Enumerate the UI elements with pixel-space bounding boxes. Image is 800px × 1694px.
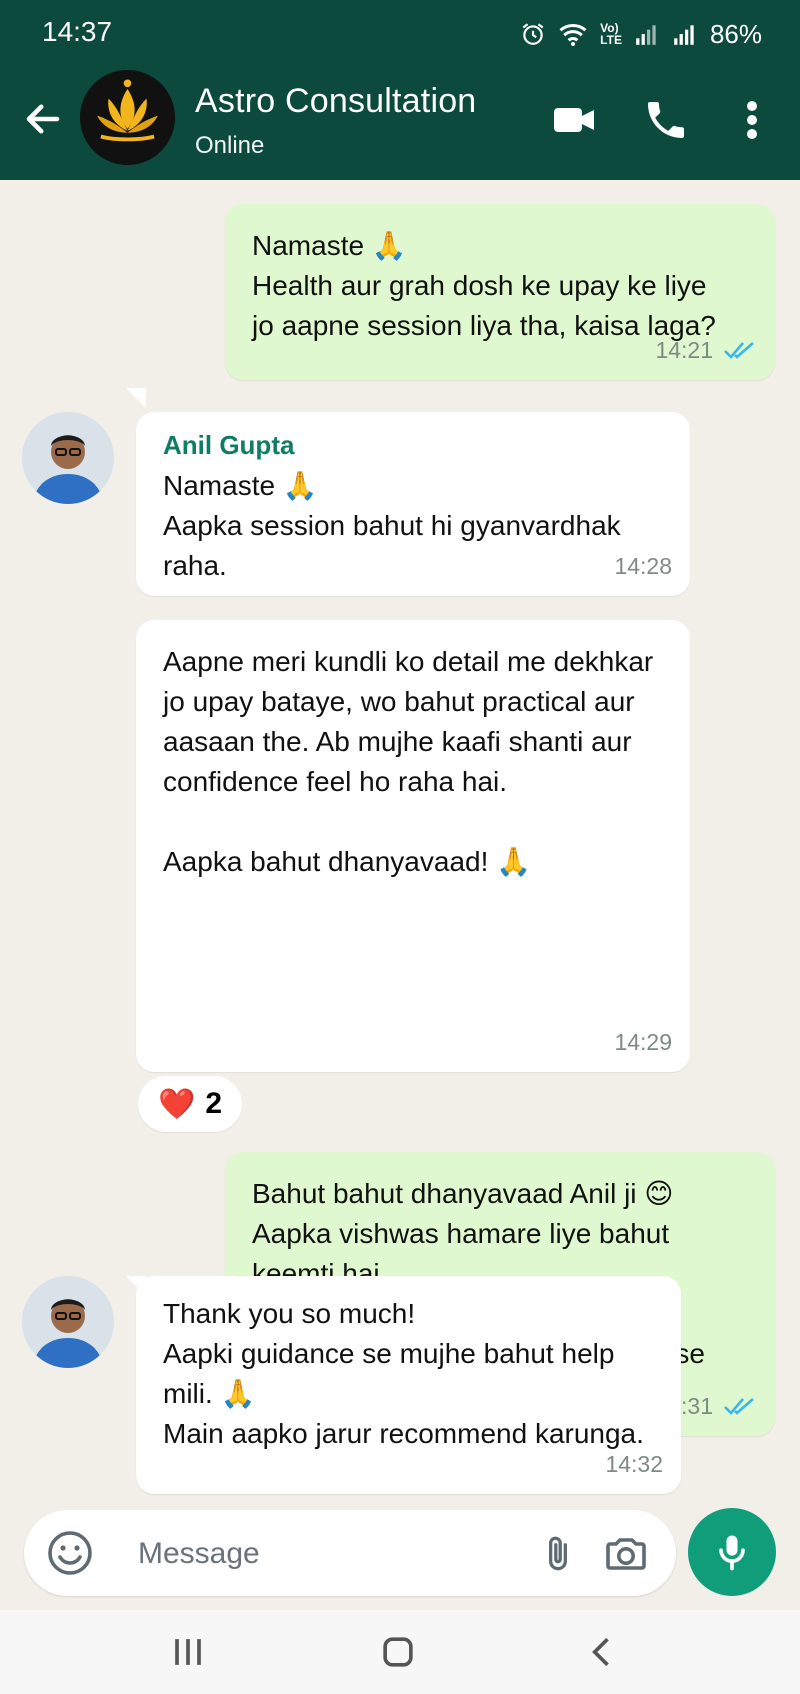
chat-header: Astro Consultation Online [0,68,800,180]
message-time: 14:29 [614,1029,672,1055]
incoming-message[interactable]: Anil Gupta Namaste 🙏 Aapka session bahut… [136,412,690,596]
status-icons: Vo) LTE 86% [520,16,762,52]
person-avatar-icon [22,1276,114,1368]
contact-status: Online [195,132,265,159]
message-text: Namaste 🙏 Aapka session bahut hi gyanvar… [163,470,621,581]
incoming-message[interactable]: Thank you so much! Aapki guidance se muj… [136,1276,681,1494]
outgoing-message[interactable]: Namaste 🙏 Health aur grah dosh ke upay k… [225,204,775,380]
message-time: 14:28 [614,553,672,579]
message-text: Namaste 🙏 Health aur grah dosh ke upay k… [252,230,716,341]
sender-name[interactable]: Anil Gupta [163,428,294,462]
message-meta: 14:32 [605,1444,663,1484]
system-nav-bar [0,1610,800,1694]
signal-icon [674,25,694,45]
bubble-tail [126,388,146,408]
message-reaction[interactable]: ❤️ 2 [138,1076,243,1132]
status-bar: 14:37 Vo) LTE 86% [0,0,800,68]
incoming-message[interactable]: Aapne meri kundli ko detail me dekhkar j… [136,620,690,1072]
sender-avatar[interactable] [22,412,114,504]
double-check-icon [724,1398,754,1415]
reaction-count: 2 [205,1087,223,1120]
back-arrow-icon[interactable] [22,98,64,140]
message-meta: 14:21 [655,330,757,370]
message-composer [24,1510,676,1596]
message-input[interactable] [136,1530,530,1578]
recent-apps-icon[interactable] [166,1630,210,1674]
battery-text: 86% [709,18,762,49]
message-text: Aapne meri kundli ko detail me dekhkar j… [163,646,654,877]
emoji-icon[interactable] [46,1529,94,1577]
alarm-icon [522,23,544,45]
network-type: Vo) LTE [600,21,622,47]
top-app-bar: 14:37 Vo) LTE 86% Astro Consultation Onl… [0,0,800,180]
status-time: 14:37 [42,16,113,47]
mic-button[interactable] [688,1508,776,1596]
home-icon[interactable] [376,1630,420,1674]
wifi-icon [559,23,587,46]
message-text: Thank you so much! Aapki guidance se muj… [163,1298,644,1449]
attach-icon[interactable] [536,1532,580,1576]
phone-icon[interactable] [642,96,690,144]
contact-avatar[interactable] [80,70,175,165]
nav-back-icon[interactable] [580,1630,624,1674]
video-call-icon[interactable] [550,96,598,144]
sender-avatar[interactable] [22,1276,114,1368]
mic-icon [719,1535,745,1571]
message-meta: 14:29 [614,1022,672,1062]
more-vert-icon[interactable] [734,96,770,144]
message-list[interactable]: Namaste 🙏 Health aur grah dosh ke upay k… [0,180,800,1510]
message-meta: 14:28 [614,546,672,586]
message-time: 14:32 [605,1451,663,1477]
message-time: 14:21 [655,337,713,363]
double-check-icon [724,342,754,359]
heart-reaction-icon: ❤️ [158,1087,196,1121]
lotus-logo-icon [80,70,175,165]
person-avatar-icon [22,412,114,504]
camera-icon[interactable] [602,1530,650,1578]
signal-icon [636,25,656,45]
contact-name[interactable]: Astro Consultation [195,82,476,121]
